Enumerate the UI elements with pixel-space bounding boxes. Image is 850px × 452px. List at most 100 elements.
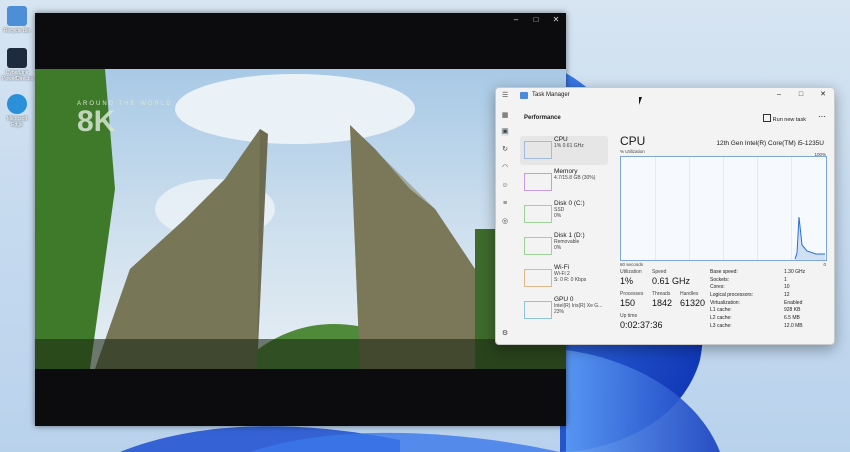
resource-wifi[interactable]: Wi-Fi Wi-Fi 2 S: 0 R: 0 Kbps	[520, 264, 608, 293]
speed-value: 0.61 GHz	[652, 276, 691, 286]
threads-value: 1842	[652, 298, 673, 308]
spec-value: Enabled	[784, 299, 803, 306]
processes-icon[interactable]: ▦	[501, 112, 509, 120]
desktop-icon-edge[interactable]: Microsoft Edge	[2, 94, 32, 128]
disk-mini-graph	[524, 205, 552, 223]
more-options-button[interactable]: ⋯	[818, 112, 826, 121]
close-button[interactable]: ✕	[546, 13, 566, 27]
resource-detail: 1% 0.61 GHz	[554, 143, 584, 149]
spec-value: 1.30 GHz	[784, 269, 806, 275]
resource-gpu[interactable]: GPU 0 Intel(R) Iris(R) Xe G... 23%	[520, 296, 608, 325]
services-icon[interactable]: ◎	[501, 218, 509, 226]
edge-icon	[7, 94, 27, 114]
resource-detail: S: 0 R: 0 Kbps	[554, 277, 587, 283]
mouse-pointer	[639, 97, 642, 105]
maximize-button[interactable]: □	[526, 13, 546, 27]
handles-label: Handles	[680, 291, 699, 297]
spec-value: 12.0 MB	[784, 322, 803, 329]
graph-min-label: 0	[823, 262, 826, 267]
section-title: Performance	[524, 115, 561, 121]
resource-list: CPU 1% 0.61 GHz Memory 4.7/15.8 GB (30%)…	[520, 133, 608, 325]
spec-key: Base speed:	[710, 269, 738, 275]
utilization-axis-label: % Utilization	[620, 149, 645, 154]
task-manager-window[interactable]: ☰ Task Manager – □ ✕ ▦ ▣ ↻ ◠ ☺ ≡ ◎ ⚙ Per…	[495, 87, 835, 345]
resource-detail: 0%	[554, 245, 562, 251]
run-task-icon	[762, 114, 771, 122]
startup-apps-icon[interactable]: ◠	[501, 164, 509, 172]
desktop-icon-label: Microsoft Edge	[6, 116, 28, 128]
maximize-button[interactable]: □	[790, 88, 812, 102]
desktop-icon-recycle-bin[interactable]: Recycle Bin	[2, 6, 32, 34]
processes-value: 150	[620, 298, 636, 308]
graph-axis: 60 seconds 0	[620, 261, 826, 269]
spec-key: Virtualization:	[710, 299, 740, 306]
settings-gear-icon[interactable]: ⚙	[501, 330, 509, 338]
memory-mini-graph	[524, 173, 552, 191]
performance-icon[interactable]: ▣	[501, 128, 509, 136]
utilization-value: 1%	[620, 276, 634, 286]
processes-label: Processes	[620, 291, 644, 297]
resource-detail: 0%	[554, 213, 562, 219]
spec-key: L3 cache:	[710, 322, 732, 329]
spec-key: L1 cache:	[710, 307, 732, 314]
cpu-stats: Utilization 1% Speed 0.61 GHz Processes …	[620, 269, 826, 339]
uptime-label: Up time	[620, 313, 638, 319]
cpu-model: 12th Gen Intel(R) Core(TM) i5-1235U	[716, 140, 824, 147]
resource-name: Wi-Fi	[554, 264, 570, 271]
minimize-button[interactable]: –	[506, 13, 526, 27]
cpu-usage-line	[794, 216, 825, 260]
resource-name: Disk 0 (C:)	[554, 200, 585, 207]
resource-name: GPU 0	[554, 296, 574, 303]
speed-label: Speed	[652, 269, 667, 275]
spec-key: Cores:	[710, 284, 725, 291]
desktop-icon-powerdirector[interactable]: CyberLink PowerDirector	[2, 48, 34, 82]
app-history-icon[interactable]: ↻	[501, 146, 509, 154]
utilization-label: Utilization	[620, 269, 642, 275]
desktop-icon-label: Recycle Bin	[3, 28, 31, 34]
close-button[interactable]: ✕	[812, 88, 834, 102]
window-controls: – □ ✕	[768, 88, 834, 102]
cpu-detail-panel: CPU 12th Gen Intel(R) Core(TM) i5-1235U …	[620, 134, 827, 339]
resource-memory[interactable]: Memory 4.7/15.8 GB (30%)	[520, 168, 608, 197]
hamburger-menu-icon[interactable]: ☰	[502, 91, 508, 99]
recycle-bin-icon	[7, 6, 27, 26]
spec-value: 10	[784, 284, 790, 291]
details-icon[interactable]: ≡	[501, 200, 509, 208]
spec-value: 928 KB	[784, 307, 801, 314]
resource-disk-0[interactable]: Disk 0 (C:) SSD 0%	[520, 200, 608, 229]
minimize-button[interactable]: –	[768, 88, 790, 102]
resource-cpu[interactable]: CPU 1% 0.61 GHz	[520, 136, 608, 165]
spec-key: Sockets:	[710, 276, 730, 283]
spec-key: Logical processors:	[710, 292, 754, 299]
spec-key: L2 cache:	[710, 315, 732, 322]
desktop-icon-label: CyberLink PowerDirector	[2, 70, 34, 82]
video-frame[interactable]: AROUND THE WORLD 8K	[35, 69, 566, 369]
window-title: Task Manager	[532, 92, 570, 98]
gpu-mini-graph	[524, 301, 552, 319]
overlay-big-text: 8K	[77, 105, 116, 138]
wifi-mini-graph	[524, 269, 552, 287]
resource-detail: 4.7/15.8 GB (30%)	[554, 175, 596, 181]
run-new-task-label: Run new task	[772, 117, 806, 123]
spec-value: 1	[784, 276, 787, 283]
handles-value: 61320	[680, 298, 706, 308]
task-manager-logo-icon	[520, 92, 528, 99]
resource-name: Memory	[554, 168, 578, 175]
resource-name: CPU	[554, 136, 568, 143]
navigation-rail: ▦ ▣ ↻ ◠ ☺ ≡ ◎ ⚙	[496, 108, 514, 344]
resource-name: Disk 1 (D:)	[554, 232, 585, 239]
cpu-utilization-graph	[620, 156, 827, 261]
player-caption-buttons: – □ ✕	[506, 13, 566, 27]
threads-label: Threads	[652, 291, 671, 297]
run-new-task-button[interactable]: Run new task	[762, 114, 806, 123]
video-player-window[interactable]: – □ ✕ AROUND THE WORLD 8K	[35, 13, 566, 426]
uptime-value: 0:02:37:36	[620, 320, 663, 330]
title-bar[interactable]: ☰ Task Manager – □ ✕	[496, 88, 834, 104]
spec-value: 6.5 MB	[784, 315, 800, 322]
spec-value: 12	[784, 292, 790, 299]
time-span-label: 60 seconds	[620, 262, 644, 267]
resource-disk-1[interactable]: Disk 1 (D:) Removable 0%	[520, 232, 608, 261]
users-icon[interactable]: ☺	[501, 182, 509, 190]
powerdirector-icon	[7, 48, 27, 68]
video-overlay-title: AROUND THE WORLD 8K	[77, 101, 173, 137]
